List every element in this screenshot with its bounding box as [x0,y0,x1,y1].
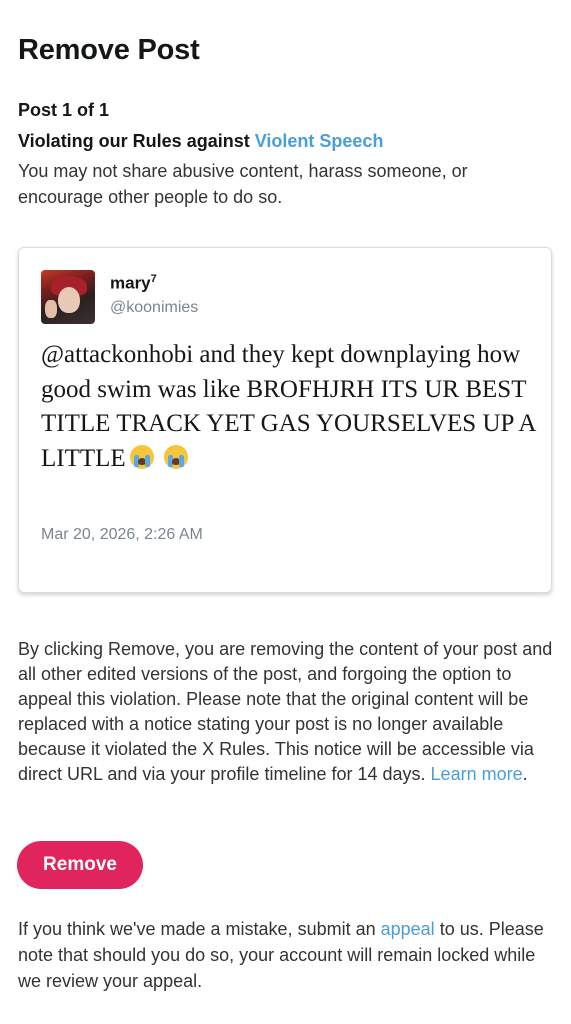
tweet-text: @attackonhobi and they kept downplaying … [41,338,536,476]
removal-notice-text: By clicking Remove, you are removing the… [18,639,553,784]
remove-button[interactable]: Remove [17,841,143,889]
violent-speech-link[interactable]: Violent Speech [255,131,384,151]
violation-heading-prefix: Violating our Rules against [18,131,250,151]
learn-more-link[interactable]: Learn more [431,764,523,784]
display-name-text: mary [110,273,151,293]
post-count: Post 1 of 1 [18,100,110,120]
avatar [41,270,95,324]
tweet-body: @attackonhobi and they kept downplaying … [41,341,536,472]
tweet-card: mary7 @koonimies @attackonhobi and they … [18,247,552,593]
notice-end-punct: . [522,764,528,784]
appeal-link[interactable]: appeal [381,919,435,939]
tweet-handle: @koonimies [110,299,199,316]
tweet-display-name: mary7 [110,273,157,294]
display-name-superscript: 7 [150,273,157,285]
page-title: Remove Post [18,34,200,66]
violation-description: You may not share abusive content, haras… [18,161,468,207]
tweet-timestamp: Mar 20, 2026, 2:26 AM [41,526,203,543]
removal-notice: By clicking Remove, you are removing the… [18,637,558,787]
appeal-text: If you think we've made a mistake, submi… [18,916,558,994]
loudly-crying-face-icon [129,444,154,469]
violation-heading: Violating our Rules against Violent Spee… [18,131,383,152]
loudly-crying-face-icon [163,444,188,469]
appeal-text-before: If you think we've made a mistake, submi… [18,919,376,939]
